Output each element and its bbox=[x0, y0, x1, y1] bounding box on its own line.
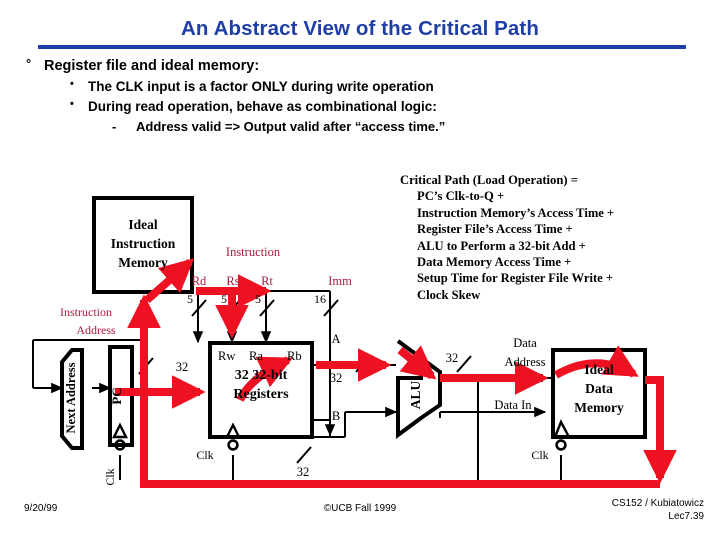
clk-triangle-pc bbox=[112, 422, 128, 439]
clk-bubble-datamem bbox=[555, 439, 567, 451]
label-rd: Rd bbox=[192, 274, 207, 288]
width-pc-out: 32 bbox=[176, 360, 189, 374]
slide-root: An Abstract View of the Critical Path ° … bbox=[0, 0, 720, 540]
register-file-line1: 32 32-bit bbox=[235, 368, 288, 383]
register-file-port-rw: Rw bbox=[218, 349, 235, 363]
clock-symbols bbox=[112, 419, 571, 451]
alu-label: ALU bbox=[408, 381, 423, 410]
label-port-b: B bbox=[332, 409, 340, 423]
crit-writeback-into-regfile bbox=[140, 375, 206, 409]
instruction-bus-label: Instruction bbox=[226, 245, 281, 259]
register-file-port-ra: Ra bbox=[249, 349, 263, 363]
next-address-label: Next Address bbox=[64, 362, 78, 433]
register-file-port-rb: Rb bbox=[287, 349, 302, 363]
label-rt: Rt bbox=[261, 274, 273, 288]
width-reg-b: 32 bbox=[297, 465, 310, 479]
datapath-diagram: Ideal Instruction Memory 32 32-bit Regis… bbox=[32, 196, 677, 488]
width-rt: 5 bbox=[255, 292, 261, 306]
footer-course: CS152 / Kubiatowicz bbox=[611, 498, 704, 509]
instruction-address-line2: Address bbox=[76, 323, 116, 337]
instruction-memory-line3: Memory bbox=[118, 255, 168, 270]
label-imm: Imm bbox=[328, 274, 352, 288]
instruction-memory-line1: Ideal bbox=[128, 217, 158, 232]
label-port-a: A bbox=[331, 332, 340, 346]
instruction-memory-line2: Instruction bbox=[111, 236, 176, 251]
clk-triangle-datamem bbox=[553, 419, 571, 439]
width-rs: 5 bbox=[221, 292, 227, 306]
instruction-address-line1: Instruction bbox=[60, 305, 112, 319]
width-reg-a: 32 bbox=[330, 371, 343, 385]
width-alu-out: 32 bbox=[446, 351, 459, 365]
width-imm: 16 bbox=[314, 292, 326, 306]
wires-group bbox=[32, 290, 562, 480]
data-in-label: Data In bbox=[494, 398, 532, 412]
footer-lecture: Lec7.39 bbox=[668, 511, 704, 522]
data-address-line2: Address bbox=[505, 355, 546, 369]
register-file-line2: Registers bbox=[233, 387, 289, 402]
data-memory-line3: Memory bbox=[574, 400, 624, 415]
data-memory-line2: Data bbox=[585, 381, 613, 396]
slash-aluout-32 bbox=[456, 355, 472, 373]
clk-label-datamem: Clk bbox=[531, 448, 548, 462]
slash-b-32 bbox=[296, 446, 312, 464]
data-memory-line1: Ideal bbox=[584, 362, 614, 377]
clk-label-pc: Clk bbox=[103, 468, 117, 485]
width-rd: 5 bbox=[187, 292, 193, 306]
label-rs: Rs bbox=[226, 274, 239, 288]
footer-course-info: CS152 / Kubiatowicz Lec7.39 bbox=[612, 497, 704, 523]
clk-bubble-regfile bbox=[227, 439, 239, 451]
crit-dmem-out-down bbox=[643, 376, 677, 484]
data-address-line1: Data bbox=[513, 336, 537, 350]
pc-label: PC bbox=[109, 387, 124, 404]
clk-label-regfile: Clk bbox=[196, 448, 213, 462]
